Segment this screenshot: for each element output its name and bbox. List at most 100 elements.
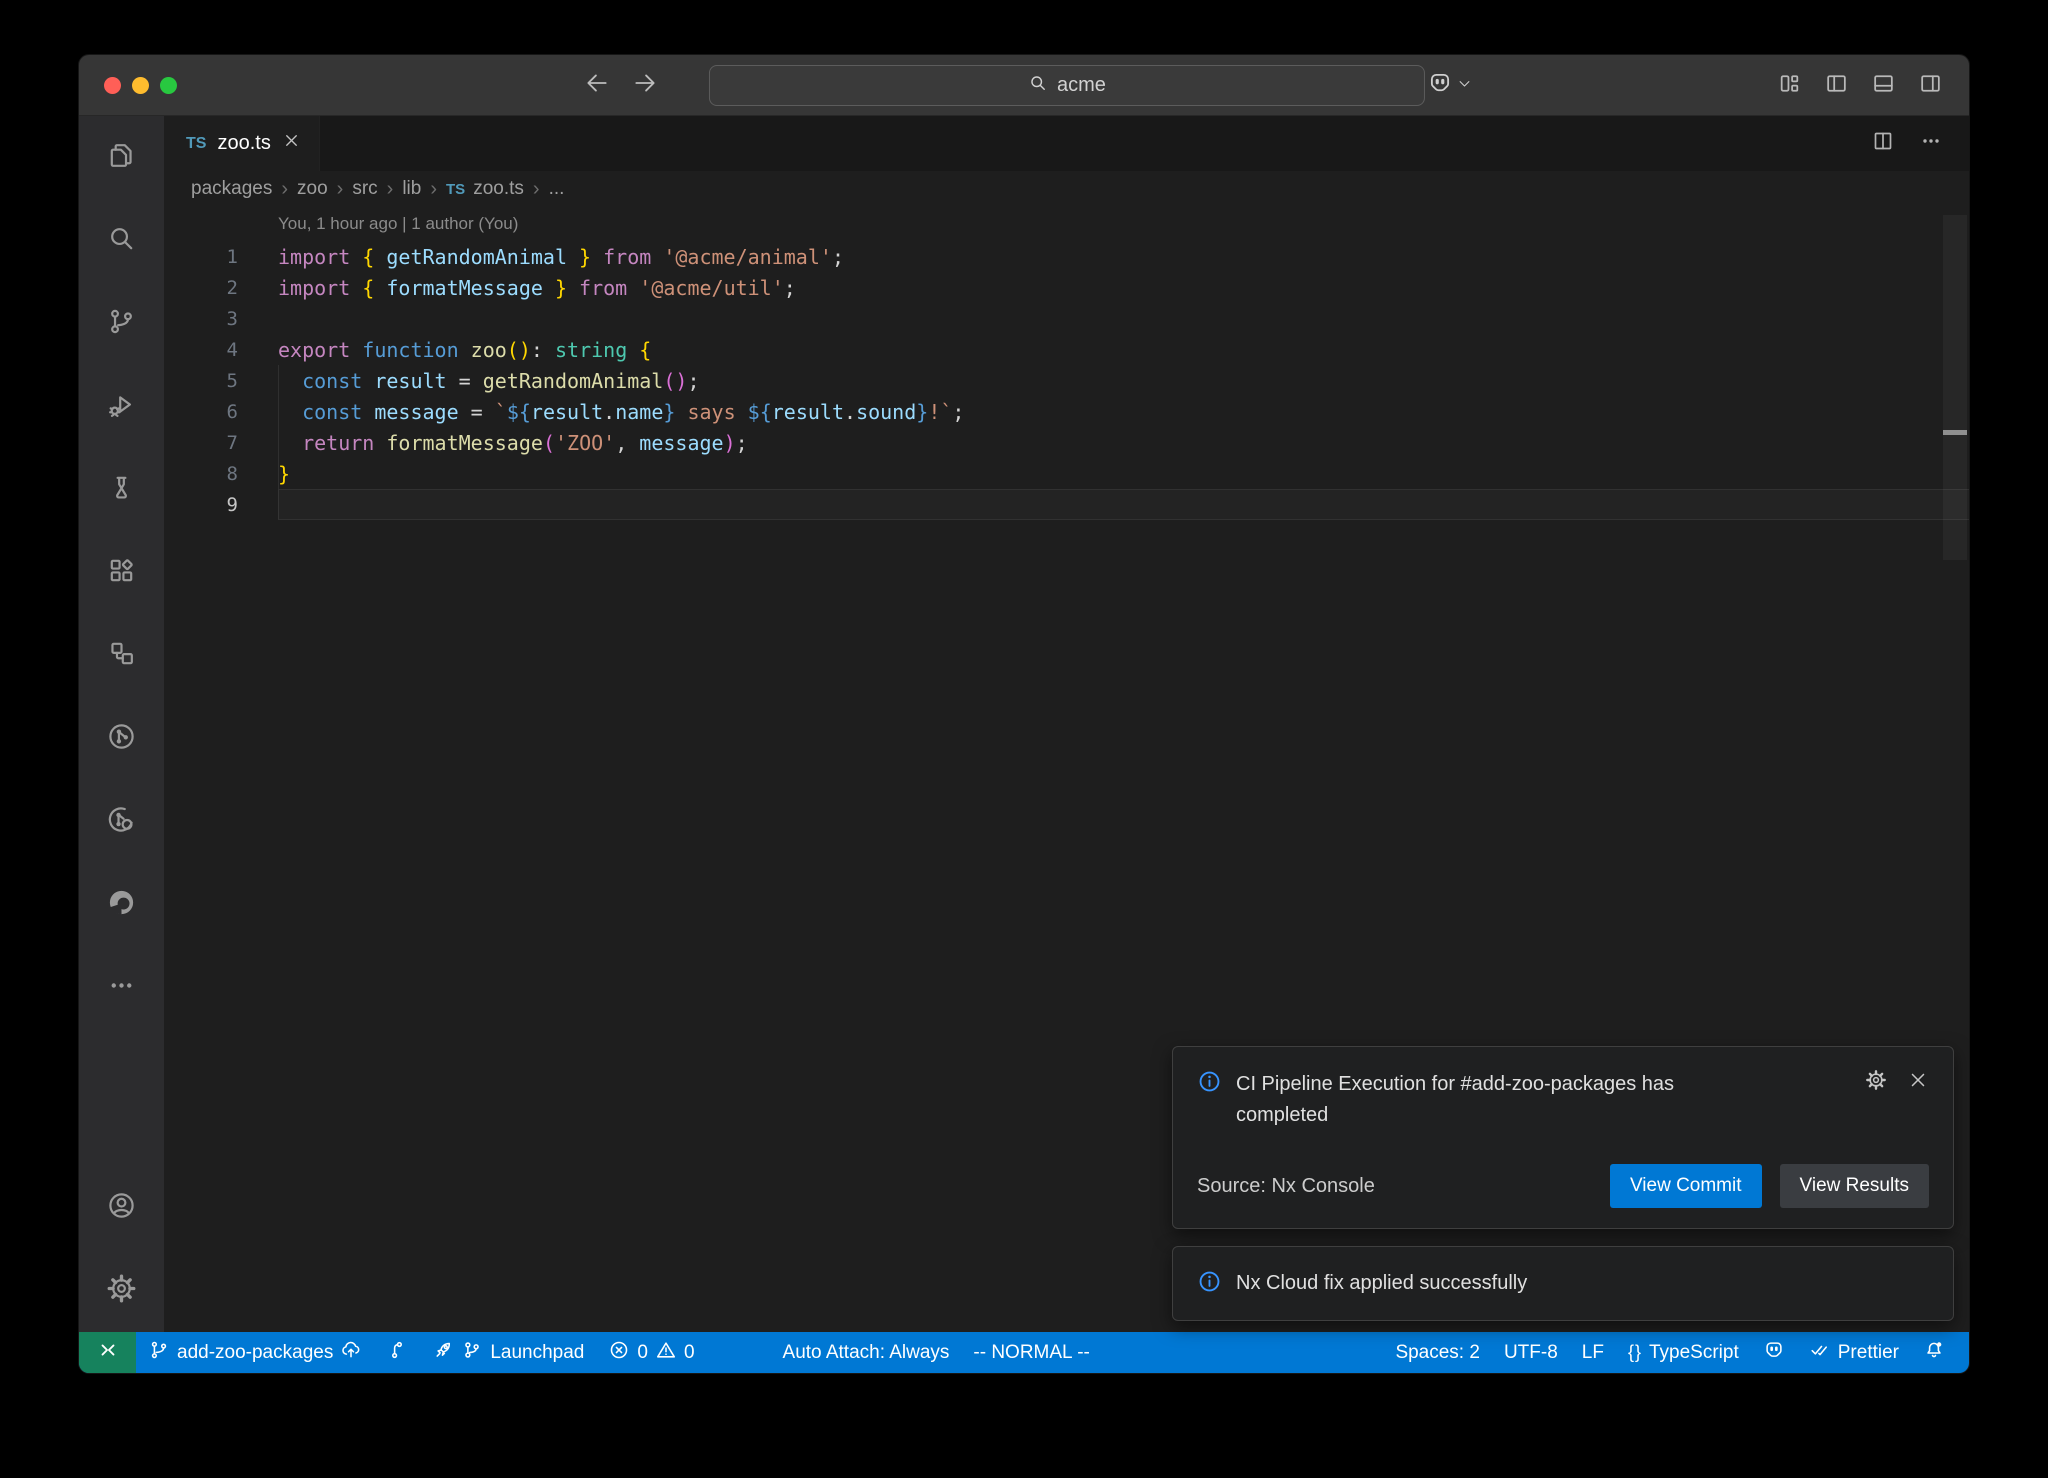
info-icon <box>1197 1069 1222 1099</box>
line-number[interactable]: 6 <box>164 401 238 423</box>
code-text: import { formatMessage } from '@acme/uti… <box>238 276 796 300</box>
search-icon <box>106 223 137 259</box>
notification-center: CI Pipeline Execution for #add-zoo-packa… <box>1172 1046 1954 1321</box>
notification-message: Nx Cloud fix applied successfully <box>1236 1268 1929 1299</box>
layout-controls <box>1777 55 1943 116</box>
ellipsis-icon <box>106 970 137 1006</box>
status-copilot-status[interactable] <box>1751 1332 1797 1373</box>
status-gitlens-launchpad[interactable]: Launchpad <box>420 1332 596 1373</box>
vscode-window: acme TS zoo.ts <box>78 54 1970 1374</box>
toggle-panel-button[interactable] <box>1871 71 1896 101</box>
line-number[interactable]: 9 <box>164 494 238 516</box>
view-commit-button[interactable]: View Commit <box>1610 1164 1762 1208</box>
indent-guide <box>278 365 279 489</box>
status-vim-mode[interactable]: -- NORMAL -- <box>961 1332 1101 1373</box>
copilot-menu-button[interactable] <box>1427 55 1472 116</box>
history-navigation <box>584 55 658 116</box>
toggle-secondary-sidebar-button[interactable] <box>1918 71 1943 101</box>
account-icon <box>106 1190 137 1226</box>
forward-arrow-icon[interactable] <box>632 70 658 101</box>
status-source-control-graph[interactable] <box>374 1332 420 1373</box>
breadcrumb-item-zoo[interactable]: zoo <box>297 178 328 200</box>
view-results-button[interactable]: View Results <box>1780 1164 1929 1208</box>
zoom-window-button[interactable] <box>160 77 177 94</box>
more-editor-actions-icon[interactable] <box>1919 129 1943 158</box>
code-line-1[interactable]: 1import { getRandomAnimal } from '@acme/… <box>164 241 1969 272</box>
edge-tools-button[interactable] <box>79 863 164 946</box>
project-graph-button[interactable] <box>79 614 164 697</box>
notification-settings-gear-icon[interactable] <box>1865 1069 1887 1096</box>
info-icon <box>1197 1269 1222 1299</box>
source-control-icon <box>106 306 137 342</box>
status-encoding-label: UTF-8 <box>1504 1342 1558 1364</box>
status-encoding[interactable]: UTF-8 <box>1492 1332 1570 1373</box>
breadcrumb-item-file[interactable]: TSzoo.ts <box>446 178 524 200</box>
back-arrow-icon[interactable] <box>584 70 610 101</box>
status-indentation-label: Spaces: 2 <box>1395 1342 1480 1364</box>
edge-icon <box>106 887 137 923</box>
toggle-primary-sidebar-button[interactable] <box>1824 71 1849 101</box>
code-line-8[interactable]: 8} <box>164 458 1969 489</box>
line-number[interactable]: 2 <box>164 277 238 299</box>
testing-button[interactable] <box>79 448 164 531</box>
line-number[interactable]: 4 <box>164 339 238 361</box>
status-branch-publish[interactable]: add-zoo-packages <box>136 1332 374 1373</box>
settings-button[interactable] <box>79 1249 164 1332</box>
code-line-7[interactable]: 7 return formatMessage('ZOO', message); <box>164 427 1969 458</box>
status-branch-publish-label: add-zoo-packages <box>177 1342 333 1364</box>
code-line-9[interactable]: 9 <box>164 489 1969 520</box>
breadcrumb-item-packages[interactable]: packages <box>191 178 272 200</box>
code-line-5[interactable]: 5 const result = getRandomAnimal(); <box>164 365 1969 396</box>
line-number[interactable]: 7 <box>164 432 238 454</box>
nx-console-button[interactable] <box>79 697 164 780</box>
status-vim-mode-label: -- NORMAL -- <box>973 1342 1089 1364</box>
code-line-6[interactable]: 6 const message = `${result.name} says $… <box>164 396 1969 427</box>
split-editor-icon[interactable] <box>1871 129 1895 158</box>
status-notifications-bell[interactable] <box>1911 1332 1957 1373</box>
search-button[interactable] <box>79 199 164 282</box>
status-remote-indicator[interactable] <box>79 1332 136 1373</box>
code-text: } <box>238 462 290 486</box>
editor-actions <box>1871 116 1969 171</box>
line-number[interactable]: 3 <box>164 308 238 330</box>
code-line-3[interactable]: 3 <box>164 303 1969 334</box>
minimize-window-button[interactable] <box>132 77 149 94</box>
line-number[interactable]: 5 <box>164 370 238 392</box>
status-problems[interactable]: 00 <box>596 1332 706 1373</box>
explorer-button[interactable] <box>79 116 164 199</box>
status-eol[interactable]: LF <box>1570 1332 1616 1373</box>
status-language-mode[interactable]: {}TypeScript <box>1616 1332 1751 1373</box>
branch-small-icon <box>461 1339 483 1367</box>
close-tab-icon[interactable] <box>282 131 301 156</box>
run-and-debug-button[interactable] <box>79 365 164 448</box>
nx-console-icon <box>106 721 137 757</box>
line-number[interactable]: 8 <box>164 463 238 485</box>
tab-zoo-ts[interactable]: TS zoo.ts <box>164 116 320 171</box>
double-check-icon <box>1809 1339 1831 1367</box>
customize-layout-button[interactable] <box>1777 71 1802 101</box>
code-line-4[interactable]: 4export function zoo(): string { <box>164 334 1969 365</box>
status-formatter-prettier[interactable]: Prettier <box>1797 1332 1911 1373</box>
command-center-search[interactable]: acme <box>709 65 1425 106</box>
notification-source: Source: Nx Console <box>1197 1175 1375 1198</box>
extensions-button[interactable] <box>79 531 164 614</box>
status-indentation[interactable]: Spaces: 2 <box>1383 1332 1492 1373</box>
copilot-icon <box>1763 1339 1785 1367</box>
breadcrumb-item-src[interactable]: src <box>352 178 377 200</box>
status-language-mode-label: TypeScript <box>1649 1342 1739 1364</box>
additional-views-button[interactable] <box>79 946 164 1029</box>
close-window-button[interactable] <box>104 77 121 94</box>
error-icon <box>608 1339 630 1367</box>
editor-scrollbar[interactable] <box>1943 215 1967 560</box>
source-control-button[interactable] <box>79 282 164 365</box>
notification-close-icon[interactable] <box>1907 1069 1929 1096</box>
breadcrumb-item-lib[interactable]: lib <box>402 178 421 200</box>
status-auto-attach[interactable]: Auto Attach: Always <box>771 1332 962 1373</box>
breadcrumb-separator: › <box>337 178 344 201</box>
line-number[interactable]: 1 <box>164 246 238 268</box>
nx-cloud-button[interactable] <box>79 780 164 863</box>
gear-icon <box>106 1273 137 1309</box>
code-line-2[interactable]: 2import { formatMessage } from '@acme/ut… <box>164 272 1969 303</box>
breadcrumb-overflow[interactable]: ... <box>549 178 565 200</box>
accounts-button[interactable] <box>79 1166 164 1249</box>
